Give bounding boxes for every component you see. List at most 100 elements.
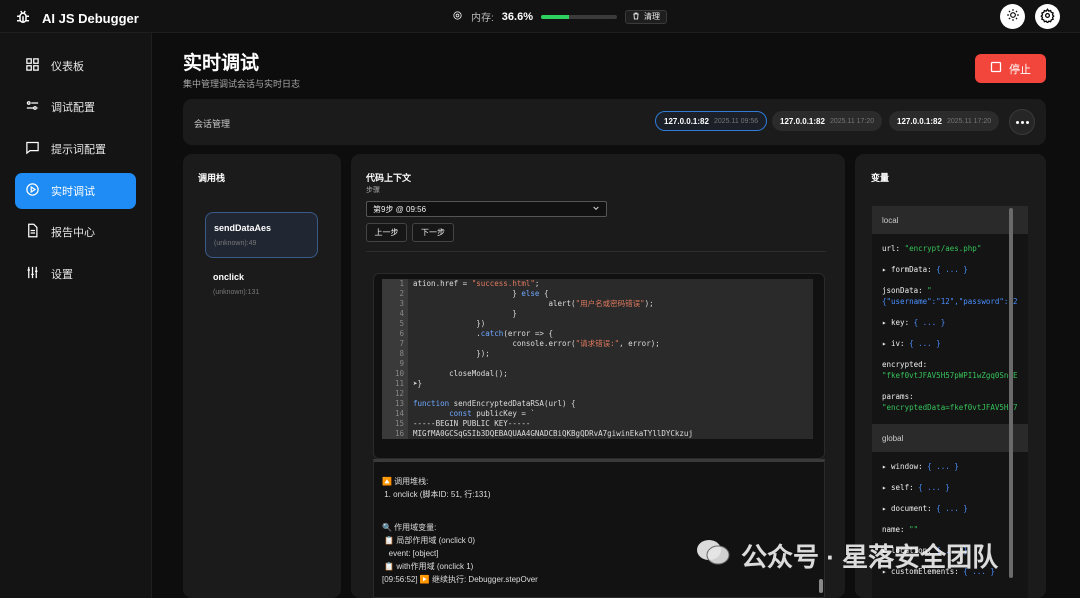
stack-frame-location: (unknown):131 (213, 289, 260, 296)
line-number: 6 (382, 329, 408, 339)
stack-frame-location: (unknown):49 (214, 240, 257, 247)
variable-value: "encrypt/aes.php" (904, 244, 982, 253)
variable-key: ▸ formData: (882, 265, 937, 274)
variable-row: encrypted: (872, 360, 1028, 369)
variable-value: { ... } (909, 339, 941, 348)
sidebar: 仪表板 调试配置 提示词配置 实时调试 报告中心 设置 (0, 33, 152, 598)
watermark: 公众号 · 星落安全团队 (695, 537, 998, 574)
line-text: } else { (413, 289, 549, 298)
sun-icon (1006, 8, 1020, 25)
step-select-value: 第9步 @ 09:56 (373, 204, 427, 214)
sidebar-item-prompt-config[interactable]: 提示词配置 (15, 131, 136, 167)
line-text: } (413, 309, 517, 318)
more-sessions-button[interactable] (1009, 109, 1035, 135)
session-host: 127.0.0.1:82 (664, 116, 709, 126)
theme-toggle-button[interactable] (1000, 4, 1025, 29)
variable-value: { ... } (936, 504, 968, 513)
code-line: 9 (382, 359, 813, 369)
prev-step-button[interactable]: 上一步 (366, 223, 407, 242)
code-lines: 1 ation.href = "success.html"; 2 } else {3… (382, 279, 813, 439)
sidebar-item-settings[interactable]: 设置 (15, 256, 136, 292)
session-chip[interactable]: 127.0.0.1:82 2025.11 17:20 (772, 111, 883, 131)
variable-row[interactable]: ▸ key: { ... } (872, 318, 1028, 327)
console-line: [09:56:52] ▶️ 继续执行: Debugger.stepOver (382, 575, 538, 584)
variable-row[interactable]: ▸ document: { ... } (872, 504, 1028, 513)
variable-value: { ... } (927, 462, 959, 471)
variable-key: jsonData: (882, 286, 928, 295)
stop-icon (990, 61, 1002, 76)
memory-value: 36.6% (501, 10, 533, 23)
line-number: 8 (382, 349, 408, 359)
more-dot (1015, 120, 1019, 124)
variable-value: "fkef0vtJFAV5H57pWPI1wZgq0SnoE (882, 371, 1018, 380)
session-time: 2025.11 17:20 (946, 117, 992, 125)
app-root: AI JS Debugger 内存: 36.6% 清理 仪表板 调试配置 提示词… (0, 0, 1080, 598)
trash-icon (632, 12, 640, 22)
session-chip[interactable]: 127.0.0.1:82 2025.11 17:20 (889, 111, 1000, 131)
variable-value: "encryptedData=fkef0vtJFAV5H57 (882, 403, 1018, 412)
line-number: 15 (382, 419, 408, 429)
variable-key: ▸ window: (882, 462, 928, 471)
sidebar-item-live-debug[interactable]: 实时调试 (15, 173, 136, 209)
variable-row[interactable]: ▸ window: { ... } (872, 462, 1028, 471)
variable-row: "encryptedData=fkef0vtJFAV5H57 (872, 403, 1028, 412)
variable-key: name: (882, 525, 910, 534)
play-circle-icon (25, 182, 40, 200)
line-number: 13 (382, 399, 408, 409)
code-line: 3 alert("用户名或密码错误"); (382, 299, 813, 309)
code-line: 5 }) (382, 319, 813, 329)
step-select[interactable]: 第9步 @ 09:56 (366, 201, 607, 217)
line-number: 12 (382, 389, 408, 399)
sidebar-item-label: 报告中心 (51, 227, 95, 239)
session-host: 127.0.0.1:82 (780, 116, 825, 126)
clear-memory-button[interactable]: 清理 (624, 9, 667, 24)
code-line: 4 } (382, 309, 813, 319)
code-line: 14 const publicKey = ` (382, 409, 813, 419)
variable-row: jsonData: " (872, 286, 1028, 295)
console-scrollbar[interactable] (819, 579, 823, 593)
line-text: -----BEGIN PUBLIC KEY----- (413, 419, 531, 428)
scope-header-global[interactable]: global (872, 424, 1028, 452)
line-number: 10 (382, 369, 408, 379)
variable-key: ▸ key: (882, 318, 914, 327)
variables-scrollbar[interactable] (1009, 208, 1013, 578)
variable-row[interactable]: ▸ self: { ... } (872, 483, 1028, 492)
gear-icon (1040, 7, 1055, 26)
variable-row[interactable]: ▸ formData: { ... } (872, 265, 1028, 274)
stack-frame[interactable]: sendDataAes (unknown):49 (205, 212, 318, 258)
sidebar-item-debug-config[interactable]: 调试配置 (15, 89, 136, 125)
line-number: 11 (382, 379, 408, 389)
line-text: alert("用户名或密码错误"); (413, 299, 654, 308)
code-line: 7 console.error("请求错误:", error); (382, 339, 813, 349)
variable-key: url: (882, 244, 905, 253)
stack-frame-function: onclick (213, 272, 245, 282)
code-line: 6 .catch(error => { (382, 329, 813, 339)
stop-button[interactable]: 停止 (975, 54, 1046, 83)
session-chip[interactable]: 127.0.0.1:82 2025.11 09:56 (655, 111, 768, 131)
settings-button[interactable] (1035, 4, 1060, 29)
code-line: 13 function sendEncryptedDataRSA(url) { (382, 399, 813, 409)
variable-row: {"username":"12","password":"2 (872, 297, 1028, 306)
console-line: 🔍 作用域变量: (382, 523, 437, 532)
stack-frame[interactable]: onclick (unknown):131 (205, 262, 318, 306)
bug-icon (14, 8, 32, 29)
line-text: ation.href = "success.html"; (413, 279, 540, 288)
variable-row[interactable]: ▸ iv: { ... } (872, 339, 1028, 348)
line-text: .catch(error => { (413, 329, 553, 338)
dashboard-icon (25, 57, 40, 75)
console-line: 1. onclick (脚本ID: 51, 行:131) (382, 490, 491, 499)
code-context-panel: 代码上下文 步骤 第9步 @ 09:56 上一步 下一步 1 ation.href… (351, 154, 845, 598)
message-icon (25, 140, 40, 158)
next-step-button[interactable]: 下一步 (412, 223, 454, 242)
line-text: console.error("请求错误:", error); (413, 339, 660, 348)
session-host: 127.0.0.1:82 (897, 116, 942, 126)
code-line: 12 (382, 389, 813, 399)
line-text: const publicKey = ` (449, 409, 535, 418)
line-number: 9 (382, 359, 408, 369)
sidebar-item-dashboard[interactable]: 仪表板 (15, 48, 136, 84)
line-text: }) (413, 319, 486, 328)
sidebar-item-reports[interactable]: 报告中心 (15, 214, 136, 250)
line-text: }); (413, 349, 490, 358)
page-subtitle: 集中管理调试会话与实时日志 (183, 79, 301, 89)
scope-header-local[interactable]: local (872, 206, 1028, 234)
